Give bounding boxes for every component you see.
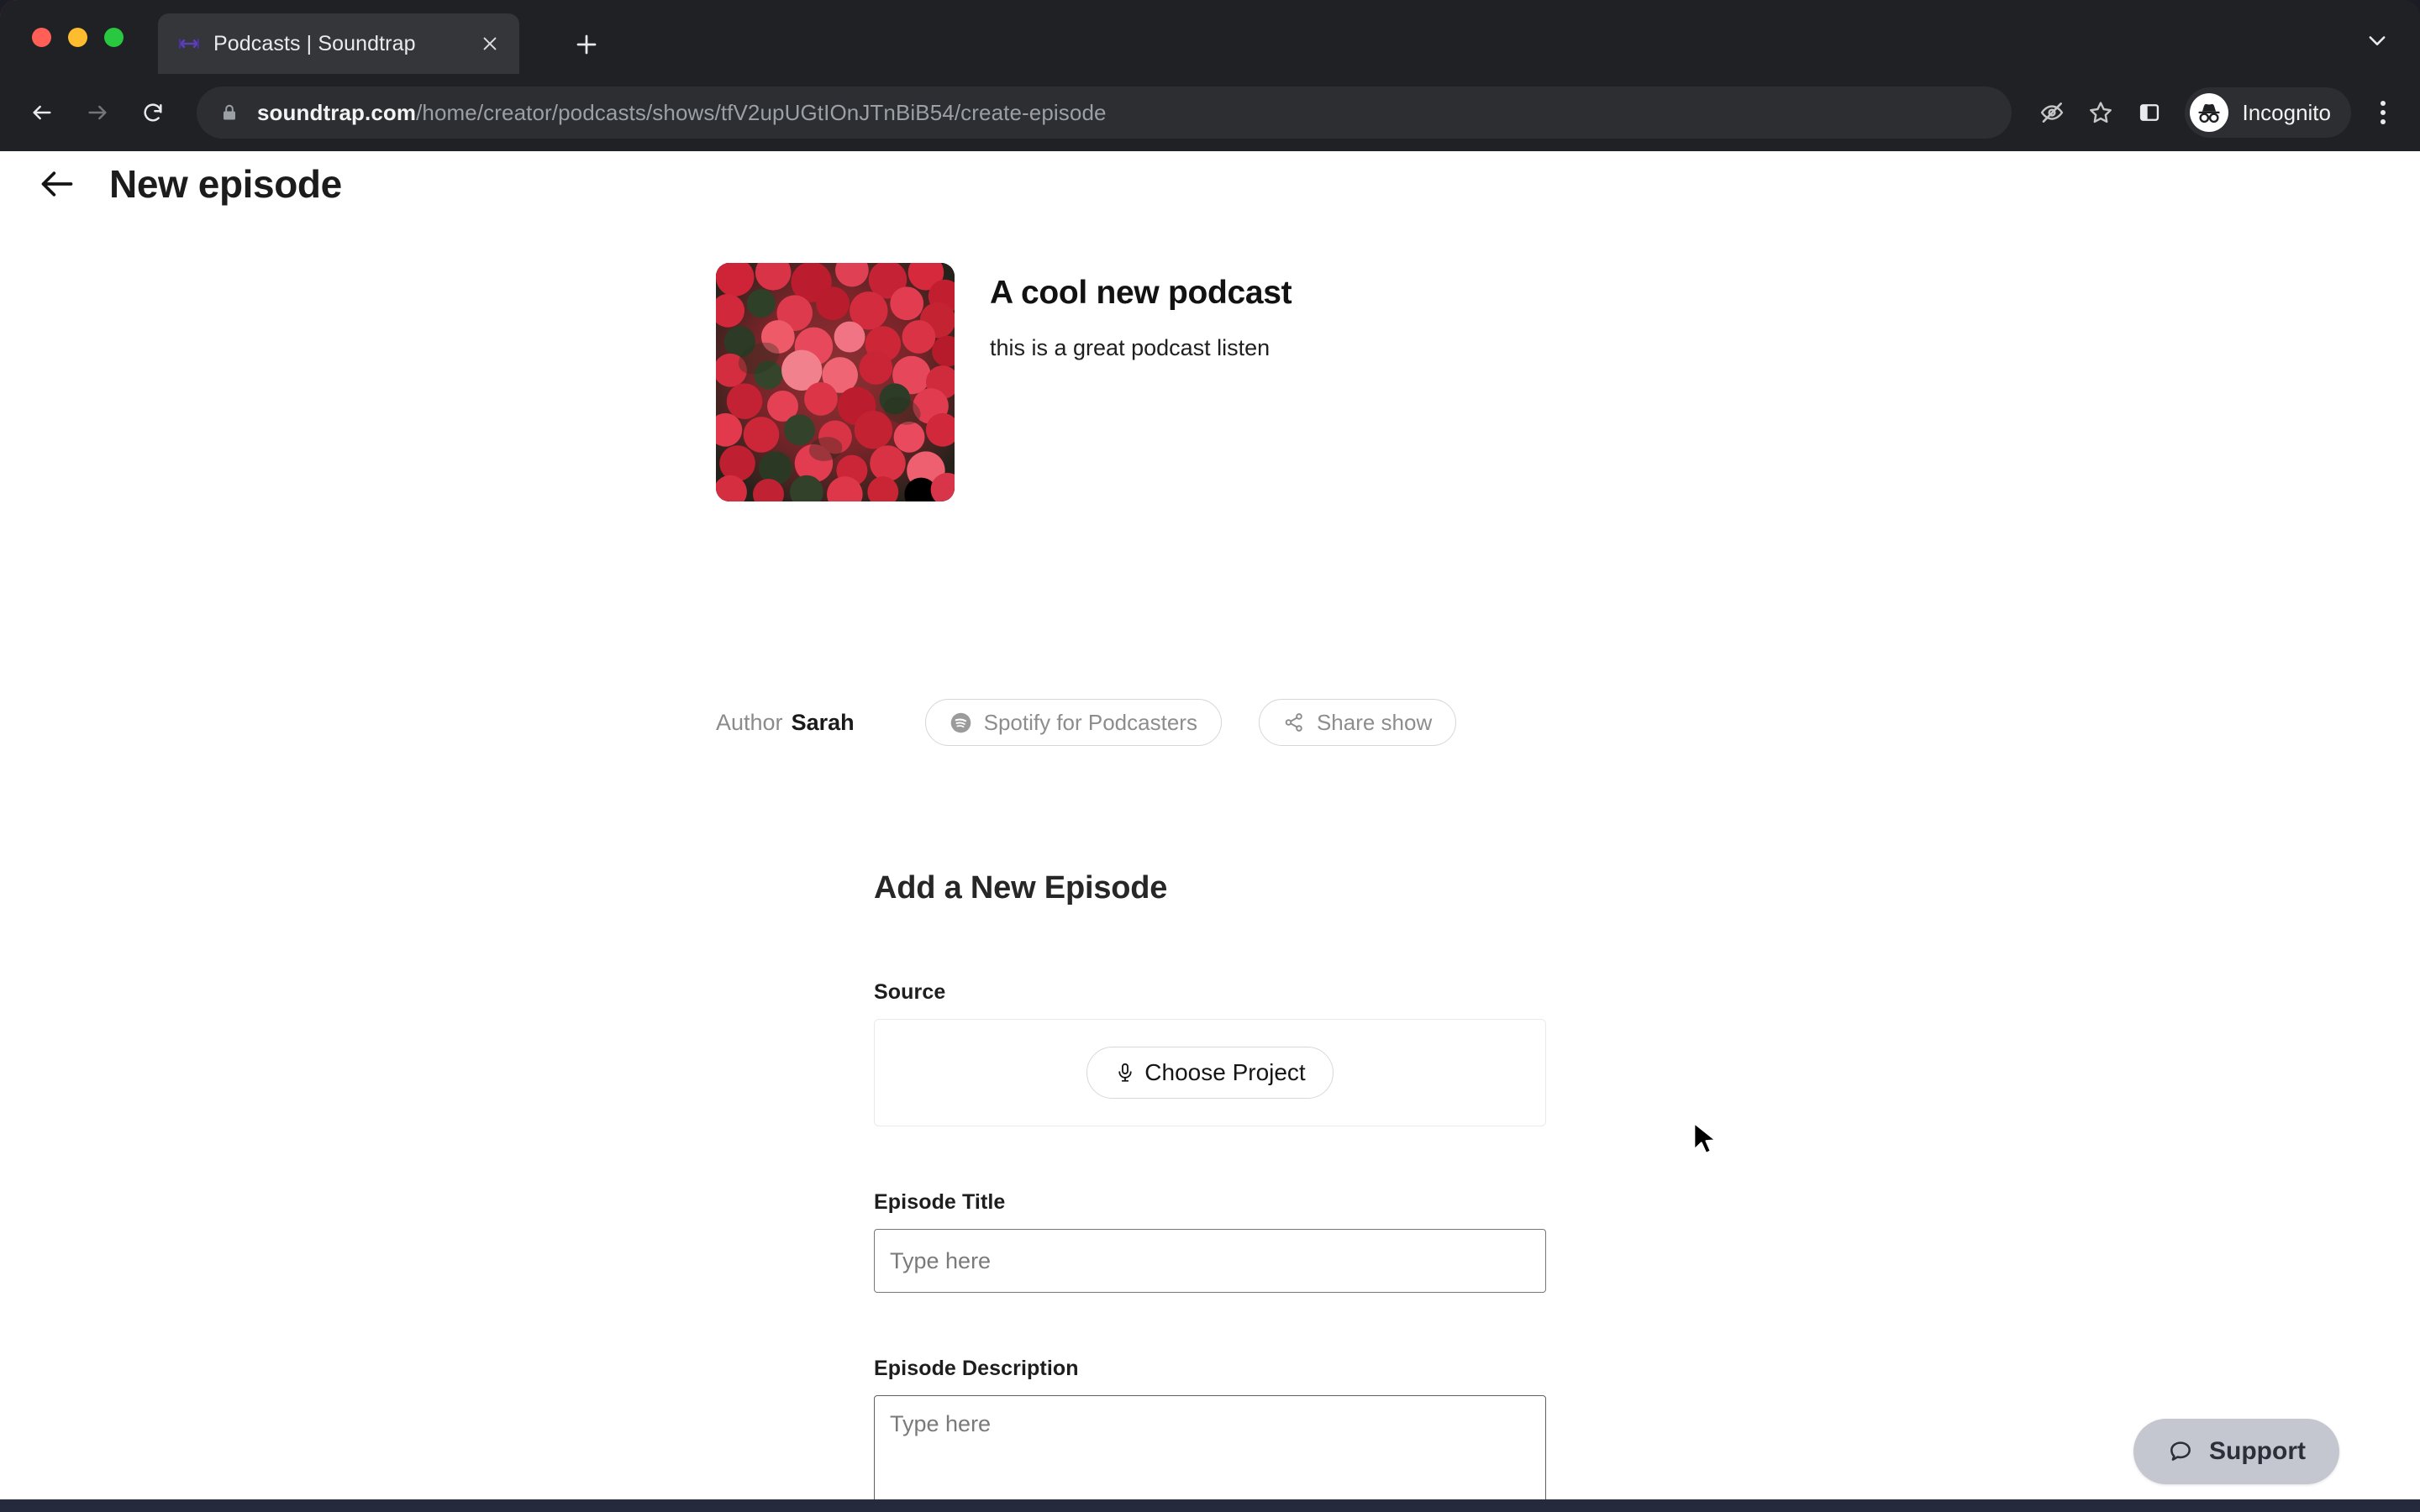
share-icon xyxy=(1283,711,1305,733)
incognito-hat-glasses-icon xyxy=(2190,93,2229,132)
spotify-icon xyxy=(950,711,972,734)
author-label-text: Author xyxy=(716,709,783,735)
source-dropzone[interactable]: Choose Project xyxy=(874,1019,1546,1126)
browser-reload-button[interactable] xyxy=(128,87,178,138)
page-viewport: New episode A cool new podcast this is a… xyxy=(0,151,2420,1499)
url-host: soundtrap.com xyxy=(257,99,417,125)
author-row: Author Sarah Spotify for Podcasters Shar… xyxy=(716,699,1457,746)
show-text-block: A cool new podcast this is a great podca… xyxy=(990,263,1292,361)
mouse-cursor xyxy=(1691,1121,1720,1158)
profile-label: Incognito xyxy=(2242,99,2331,125)
page-title: New episode xyxy=(109,162,342,206)
toolbar-icon-group: Incognito xyxy=(2027,87,2420,138)
source-field: Source Choose Project xyxy=(874,980,1546,1126)
eye-off-icon[interactable] xyxy=(2028,89,2075,136)
browser-window: Podcasts | Soundtrap soundtrap.com/home/… xyxy=(0,0,2420,1512)
support-label: Support xyxy=(2209,1437,2306,1465)
arrow-left-icon[interactable] xyxy=(35,162,79,206)
window-close-button[interactable] xyxy=(32,28,51,47)
page-header: New episode xyxy=(0,161,2420,207)
choose-project-button[interactable]: Choose Project xyxy=(1086,1047,1334,1099)
window-minimize-button[interactable] xyxy=(68,28,87,47)
browser-tab[interactable]: Podcasts | Soundtrap xyxy=(158,13,519,74)
lock-icon xyxy=(218,102,240,123)
spotify-for-podcasters-button[interactable]: Spotify for Podcasters xyxy=(924,699,1222,746)
episode-title-label: Episode Title xyxy=(874,1190,1006,1214)
window-maximize-button[interactable] xyxy=(104,28,124,47)
browser-back-button[interactable] xyxy=(17,87,67,138)
plus-icon[interactable] xyxy=(570,28,603,61)
close-icon[interactable] xyxy=(476,29,504,58)
address-bar[interactable]: soundtrap.com/home/creator/podcasts/show… xyxy=(197,87,2012,139)
share-button-label: Share show xyxy=(1316,709,1433,735)
show-title: A cool new podcast xyxy=(990,275,1292,311)
url-path: /home/creator/podcasts/shows/tfV2upUGtIO… xyxy=(416,99,1107,125)
star-icon[interactable] xyxy=(2077,89,2124,136)
profile-incognito-chip[interactable]: Incognito xyxy=(2185,87,2351,138)
episode-title-field: Episode Title xyxy=(874,1190,1546,1293)
support-widget-button[interactable]: Support xyxy=(2133,1419,2339,1484)
chat-bubble-icon xyxy=(2167,1438,2194,1465)
address-bar-url: soundtrap.com/home/creator/podcasts/show… xyxy=(257,100,1107,126)
episode-description-input[interactable] xyxy=(874,1395,1546,1499)
browser-tab-strip: Podcasts | Soundtrap xyxy=(0,0,2420,74)
form-heading: Add a New Episode xyxy=(874,870,1168,906)
add-episode-form: Add a New Episode Source Choose Project xyxy=(874,870,1546,1499)
podcast-cover-image xyxy=(716,263,955,501)
window-traffic-lights xyxy=(32,28,124,47)
episode-description-label: Episode Description xyxy=(874,1357,1079,1380)
author-label: Author Sarah xyxy=(716,710,855,736)
show-description: this is a great podcast listen xyxy=(990,335,1270,360)
source-label: Source xyxy=(874,980,946,1004)
browser-toolbar: soundtrap.com/home/creator/podcasts/show… xyxy=(0,74,2420,151)
side-panel-icon[interactable] xyxy=(2126,89,2173,136)
author-name: Sarah xyxy=(791,709,855,735)
browser-forward-button[interactable] xyxy=(72,87,123,138)
show-info: A cool new podcast this is a great podca… xyxy=(716,263,1292,501)
browser-tab-title: Podcasts | Soundtrap xyxy=(213,31,416,55)
share-show-button[interactable]: Share show xyxy=(1258,699,1457,746)
microphone-icon xyxy=(1114,1062,1136,1084)
window-bottom-edge xyxy=(0,1499,2420,1512)
choose-project-label: Choose Project xyxy=(1144,1059,1306,1085)
episode-title-input[interactable] xyxy=(874,1229,1546,1293)
three-dots-icon[interactable] xyxy=(2361,89,2405,136)
spotify-button-label: Spotify for Podcasters xyxy=(983,709,1197,735)
soundtrap-logo-icon xyxy=(176,31,202,56)
chevron-down-icon[interactable] xyxy=(2358,24,2396,57)
episode-description-field: Episode Description xyxy=(874,1357,1546,1499)
